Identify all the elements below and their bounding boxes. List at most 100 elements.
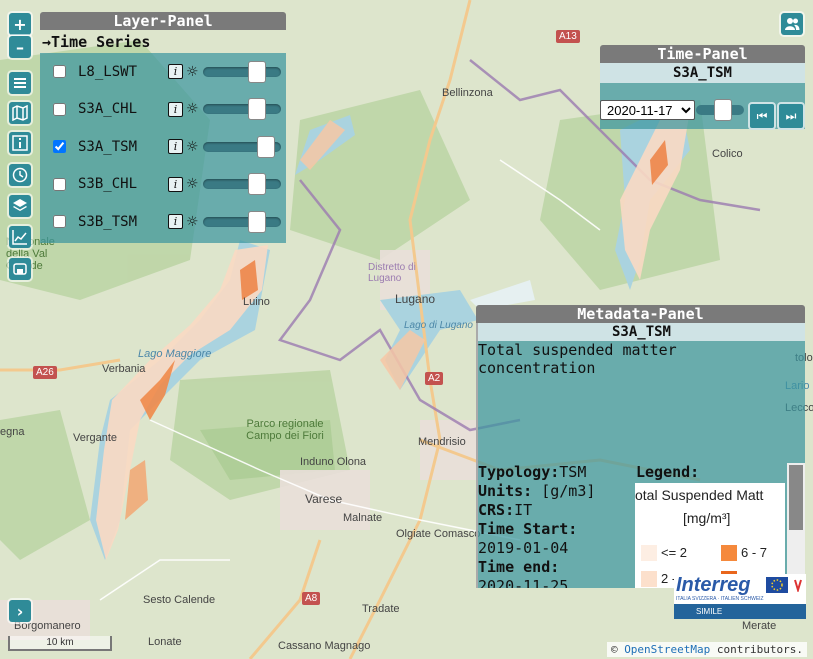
layer-visibility-checkbox[interactable] — [53, 177, 66, 191]
label-luino: Luino — [243, 296, 270, 308]
label-verbania: Verbania — [102, 363, 146, 375]
metadata-scrollbar[interactable] — [787, 463, 805, 588]
clock-icon[interactable] — [9, 164, 31, 186]
opacity-icon: ☼ — [186, 63, 199, 80]
eu-flag-icon — [766, 577, 788, 593]
opacity-slider-thumb[interactable] — [248, 173, 266, 196]
legend-swatch — [641, 545, 657, 561]
road-a26: A26 — [33, 366, 57, 379]
time-series-label[interactable]: →Time Series — [42, 33, 286, 51]
legend-label: Legend: — [636, 463, 700, 481]
swiss-flag-icon — [792, 578, 804, 592]
time-slider[interactable] — [696, 99, 744, 121]
layer-row[interactable]: S3B_TSM i ☼ — [40, 203, 286, 241]
metadata-description: Total suspended matter concentration — [478, 341, 677, 377]
layer-visibility-checkbox[interactable] — [53, 65, 66, 79]
label-bellinzona: Bellinzona — [442, 87, 493, 99]
legend-item-label: 6 - 7 — [741, 545, 768, 560]
time-end-label: Time end: — [478, 558, 560, 576]
scale-bar: 10 km — [8, 636, 112, 651]
layer-info-icon[interactable]: i — [168, 176, 183, 192]
units-value: [g/m3] — [532, 482, 596, 500]
label-merate: Merate — [742, 620, 777, 632]
layer-row[interactable]: S3A_TSM i ☼ — [40, 128, 286, 166]
layer-info-icon[interactable]: i — [168, 139, 183, 155]
opacity-icon: ☼ — [186, 213, 199, 230]
legend-swatch — [641, 571, 657, 587]
info-icon[interactable] — [9, 132, 31, 154]
layer-name: S3A_CHL — [78, 101, 138, 118]
label-egna: egna — [0, 426, 25, 438]
map-icon[interactable] — [9, 102, 31, 124]
road-a13: A13 — [556, 30, 580, 43]
time-start-label: Time Start: — [478, 520, 578, 538]
opacity-slider[interactable] — [203, 173, 281, 196]
crs-label: CRS: — [478, 501, 515, 519]
users-icon[interactable] — [781, 13, 803, 35]
label-cassano: Cassano Magnago — [278, 640, 371, 652]
units-label: Units: — [478, 482, 533, 500]
opacity-icon: ☼ — [186, 138, 199, 155]
opacity-slider-thumb[interactable] — [248, 60, 266, 83]
label-vergante: Vergante — [73, 432, 118, 444]
layer-row[interactable]: S3A_CHL i ☼ — [40, 91, 286, 129]
next-step-icon[interactable]: ⏭ — [777, 102, 805, 130]
opacity-slider[interactable] — [203, 98, 281, 121]
metadata-scroll-thumb[interactable] — [789, 465, 803, 530]
label-parco: Parco regionale Campo dei Fiori — [246, 418, 324, 442]
label-distretto: Distretto di Lugano — [368, 262, 416, 284]
label-lonate: Lonate — [148, 636, 182, 648]
time-slider-thumb[interactable] — [714, 99, 732, 121]
typology-label: Typology: — [478, 463, 560, 481]
metadata-layer: S3A_TSM — [478, 323, 805, 341]
time-end-value: 2020-11-25 — [478, 577, 569, 588]
metadata-panel-body[interactable]: S3A_TSM Total suspended matter concentra… — [476, 323, 805, 588]
opacity-slider-thumb[interactable] — [257, 135, 275, 158]
simile-label: SIMILE — [696, 607, 723, 616]
layer-info-icon[interactable]: i — [168, 214, 183, 230]
label-lugano: Lugano — [395, 292, 436, 306]
metadata-panel-title[interactable]: Metadata-Panel — [476, 305, 805, 323]
time-panel-title[interactable]: Time-Panel — [600, 45, 805, 63]
label-lago-maggiore: Lago Maggiore — [138, 348, 212, 360]
chart-icon[interactable] — [9, 226, 31, 248]
opacity-slider[interactable] — [203, 60, 281, 83]
osm-link[interactable]: OpenStreetMap — [624, 643, 710, 656]
opacity-icon: ☼ — [186, 176, 199, 193]
interreg-logo: Interreg ITALIA SVIZZERA · ITALIEN SCHWE… — [674, 574, 806, 619]
road-a8: A8 — [302, 592, 321, 605]
label-malnate: Malnate — [343, 512, 383, 524]
legend-swatch — [721, 545, 737, 561]
label-induno: Induno Olona — [300, 456, 367, 468]
menu-icon[interactable] — [9, 72, 31, 94]
layer-panel-title[interactable]: Layer-Panel — [40, 12, 286, 30]
layer-info-icon[interactable]: i — [168, 64, 183, 80]
layer-row[interactable]: S3B_CHL i ☼ — [40, 166, 286, 204]
time-panel-layer: S3A_TSM — [600, 63, 805, 83]
zoom-in-button[interactable]: + — [9, 13, 31, 35]
layer-visibility-checkbox[interactable] — [53, 215, 66, 229]
opacity-icon: ☼ — [186, 101, 199, 118]
zoom-out-button[interactable]: – — [9, 36, 31, 58]
crs-value: IT — [514, 501, 533, 519]
layer-info-icon[interactable]: i — [168, 101, 183, 117]
opacity-slider[interactable] — [203, 135, 281, 158]
label-lago-lugano: Lago di Lugano — [404, 320, 473, 331]
layer-name: S3B_CHL — [78, 176, 138, 193]
opacity-slider[interactable] — [203, 210, 281, 233]
interreg-subtitle: ITALIA SVIZZERA · ITALIEN SCHWEIZ — [676, 596, 764, 602]
legend-units: [mg/m³] — [683, 510, 731, 526]
sidebar-expand-button[interactable]: › — [9, 600, 31, 622]
attribution-suffix: contributors. — [710, 643, 803, 656]
layer-visibility-checkbox[interactable] — [53, 102, 66, 116]
layer-name: S3B_TSM — [78, 213, 138, 230]
opacity-slider-thumb[interactable] — [248, 98, 266, 121]
layer-visibility-checkbox[interactable] — [53, 140, 66, 154]
date-select[interactable]: 2020-11-17 — [600, 100, 695, 120]
label-colico: Colico — [712, 148, 743, 160]
previous-step-icon[interactable]: ⏮ — [748, 102, 776, 130]
print-icon[interactable] — [9, 258, 31, 280]
opacity-slider-thumb[interactable] — [248, 210, 266, 233]
layers-icon[interactable] — [9, 195, 31, 217]
layer-row[interactable]: L8_LSWT i ☼ — [40, 53, 286, 91]
